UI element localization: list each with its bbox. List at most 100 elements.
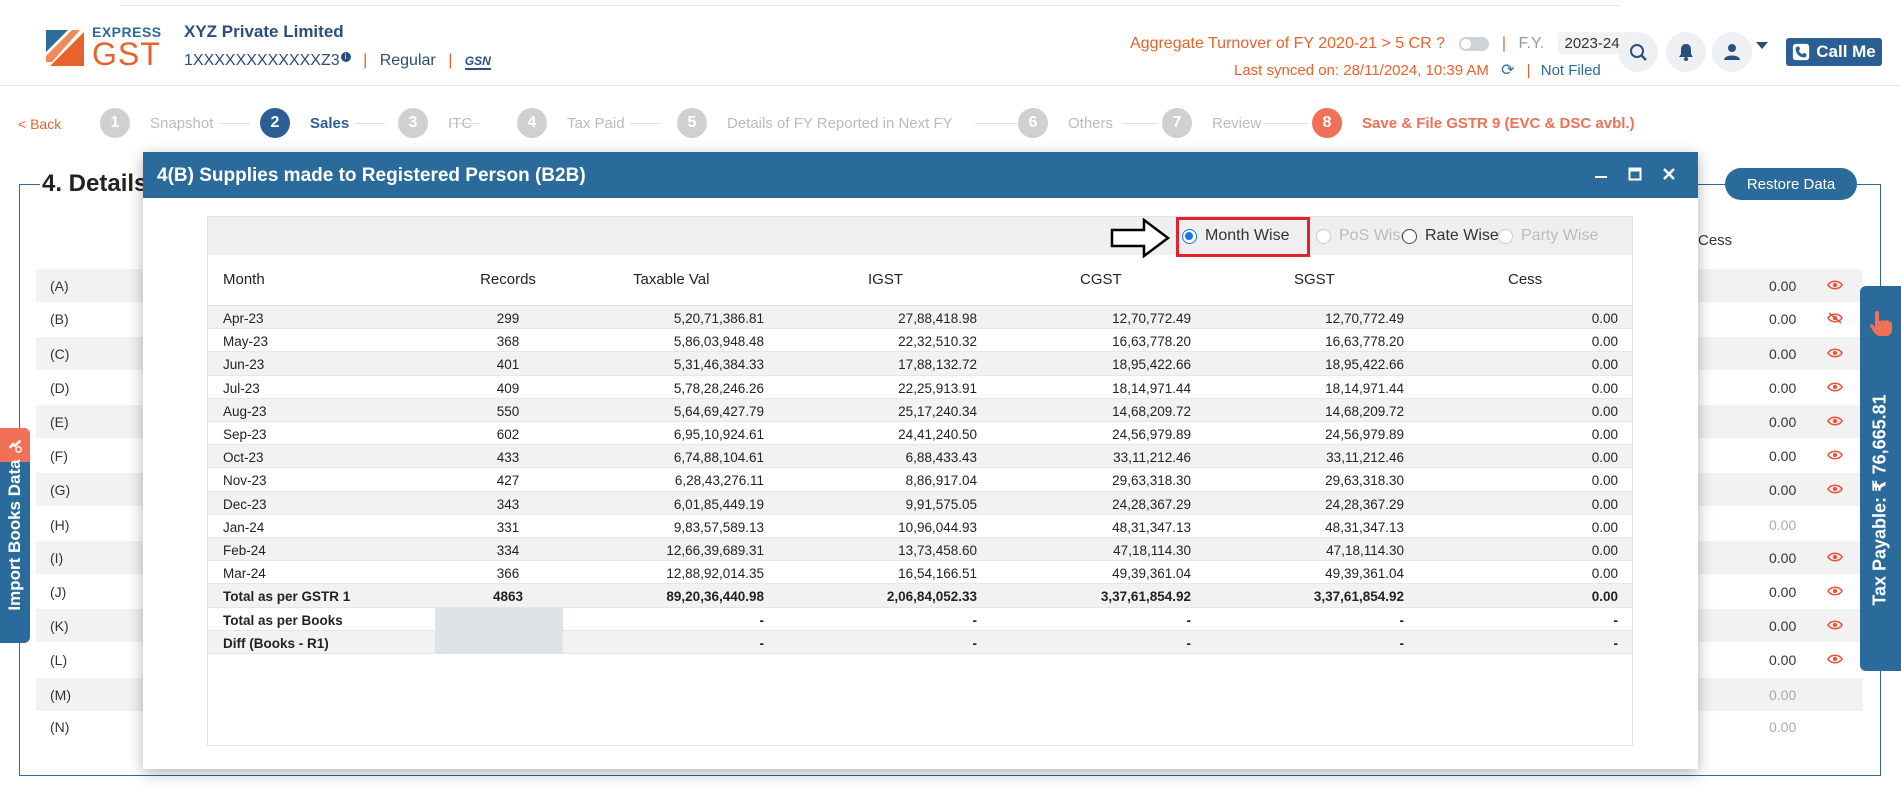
import-books-label: Import Books Data [5, 459, 24, 611]
logo-gst-text: GST [92, 36, 161, 72]
eye-icon[interactable] [1827, 415, 1843, 427]
step-connector [630, 123, 660, 124]
step-next-fy[interactable]: 5 Details of FY Reported in Next FY [677, 108, 953, 138]
refresh-icon[interactable]: ⟳ [1501, 62, 1514, 79]
table-cell: 366 [496, 566, 520, 582]
modal-title: 4(B) Supplies made to Registered Person … [157, 165, 586, 186]
step-others[interactable]: 6 Others [1018, 108, 1113, 138]
records-empty-cell [435, 630, 563, 654]
phone-icon [1793, 43, 1810, 61]
table-cell: 6,74,88,104.61 [673, 450, 764, 466]
aggregate-turnover-toggle[interactable] [1459, 36, 1490, 51]
import-hand-icon[interactable] [0, 428, 30, 462]
table-cell: 6,28,43,276.11 [674, 473, 764, 489]
row-cess-value: 0.00 [1769, 687, 1797, 703]
radio-rate-wise[interactable]: Rate Wise [1402, 227, 1499, 245]
back-link[interactable]: < Back [18, 116, 61, 132]
column-header: CGST [1080, 271, 1122, 288]
table-row: Total as per Books - - - - - [208, 607, 1632, 631]
eye-icon[interactable] [1827, 483, 1843, 495]
step-tax-paid[interactable]: 4 Tax Paid [517, 108, 625, 138]
table-cell: 427 [496, 473, 520, 489]
row-code: (K) [50, 618, 69, 634]
gstr9-stepper: < Back 1 Snapshot 2 Sales 3 ITC 4 Tax Paid 5… [0, 104, 1901, 144]
table-cell: 12,70,772.49 [1112, 311, 1191, 326]
tax-payable-label: Tax Payable: ₹ 76,665.81 [1869, 394, 1890, 606]
radio-pos-wise[interactable]: PoS Wise [1316, 227, 1409, 245]
table-cell: Aug-23 [223, 403, 267, 419]
table-cell: 334 [496, 543, 520, 558]
table-cell: 3,37,61,854.92 [1100, 589, 1191, 605]
table-cell: 47,18,114.30 [1113, 543, 1191, 558]
column-header: IGST [868, 271, 904, 288]
step-review[interactable]: 7 Review [1162, 108, 1261, 138]
express-gst-logo[interactable]: EXPRESS GST [46, 24, 166, 74]
b2b-supplies-modal: 4(B) Supplies made to Registered Person … [143, 152, 1698, 769]
eye-icon[interactable] [1827, 653, 1843, 665]
step-label: Review [1212, 114, 1262, 132]
column-header: Taxable Val [633, 271, 710, 288]
search-icon [1630, 44, 1647, 61]
notifications-button[interactable] [1666, 32, 1706, 72]
table-cell: 401 [496, 357, 520, 373]
last-synced-text: Last synced on: 28/11/2024, 10:39 AM [1234, 62, 1489, 79]
eye-icon[interactable] [1827, 619, 1843, 631]
info-icon[interactable]: i [340, 52, 351, 62]
eye-slash-icon[interactable] [1827, 312, 1843, 324]
table-cell: - [759, 612, 765, 628]
row-code: (E) [50, 414, 69, 430]
table-cell: 602 [496, 427, 520, 442]
eye-icon[interactable] [1827, 551, 1843, 563]
step-snapshot[interactable]: 1 Snapshot [100, 108, 213, 138]
table-cell: 27,88,418.98 [898, 311, 977, 326]
eye-icon[interactable] [1827, 381, 1843, 393]
table-cell: - [1399, 635, 1405, 651]
row-cess-value: 0.00 [1769, 346, 1797, 362]
user-menu-caret-icon[interactable] [1756, 42, 1768, 49]
row-cess-value: 0.00 [1769, 278, 1797, 294]
row-cess-value: 0.00 [1769, 618, 1797, 634]
row-code: (G) [50, 482, 71, 498]
table-cell: 2,06,84,052.33 [886, 589, 977, 605]
table-cell: Sep-23 [223, 427, 267, 442]
eye-icon[interactable] [1827, 347, 1843, 359]
call-me-button[interactable]: Call Me [1786, 38, 1882, 66]
maximize-button[interactable] [1622, 161, 1648, 187]
pointer-hand-icon [1860, 300, 1901, 346]
radio-party-wise[interactable]: Party Wise [1498, 227, 1598, 245]
table-cell: 0.00 [1591, 473, 1618, 489]
step-save-file[interactable]: 8 Save & File GSTR 9 (EVC & DSC avbl.) [1312, 108, 1635, 138]
table-cell: 433 [496, 450, 520, 466]
step-connector [975, 123, 1020, 124]
step-sales[interactable]: 2 Sales [260, 108, 349, 138]
taxpayer-type: Regular [379, 52, 436, 69]
column-header: SGST [1294, 271, 1335, 288]
gstn-logo-icon[interactable]: GSN [464, 54, 491, 70]
radio-dot [1316, 228, 1331, 244]
table-cell: 299 [496, 311, 520, 326]
user-icon [1724, 44, 1740, 60]
radio-month-wise[interactable]: Month Wise [1182, 227, 1289, 245]
table-cell: 0.00 [1591, 334, 1618, 350]
user-menu-button[interactable] [1712, 32, 1752, 72]
minimize-button[interactable] [1588, 161, 1614, 187]
company-name: XYZ Private Limited [184, 22, 344, 41]
eye-icon[interactable] [1827, 585, 1843, 597]
row-cess-value: 0.00 [1769, 550, 1797, 566]
table-cell: 550 [496, 403, 520, 419]
table-cell: 0.00 [1591, 357, 1618, 373]
view-options-bar: Month Wise PoS Wise Rate Wise Party Wise [208, 217, 1632, 258]
table-row: Jan-24 331 9,83,57,589.13 10,96,044.93 48,31… [208, 515, 1632, 538]
restore-data-button[interactable]: Restore Data [1725, 168, 1857, 200]
maximize-icon [1628, 167, 1642, 181]
eye-icon[interactable] [1827, 279, 1843, 291]
row-code: (M) [50, 687, 71, 703]
table-row: Feb-24 334 12,66,39,689.31 13,73,458.60 47,1… [208, 538, 1632, 562]
table-cell: 22,25,913.91 [898, 380, 977, 396]
table-cell: 33,11,212.46 [1113, 450, 1191, 466]
step-itc[interactable]: 3 ITC [398, 108, 472, 138]
close-button[interactable] [1656, 161, 1682, 187]
search-button[interactable] [1618, 32, 1658, 72]
radio-dot [1498, 228, 1513, 244]
eye-icon[interactable] [1827, 449, 1843, 461]
